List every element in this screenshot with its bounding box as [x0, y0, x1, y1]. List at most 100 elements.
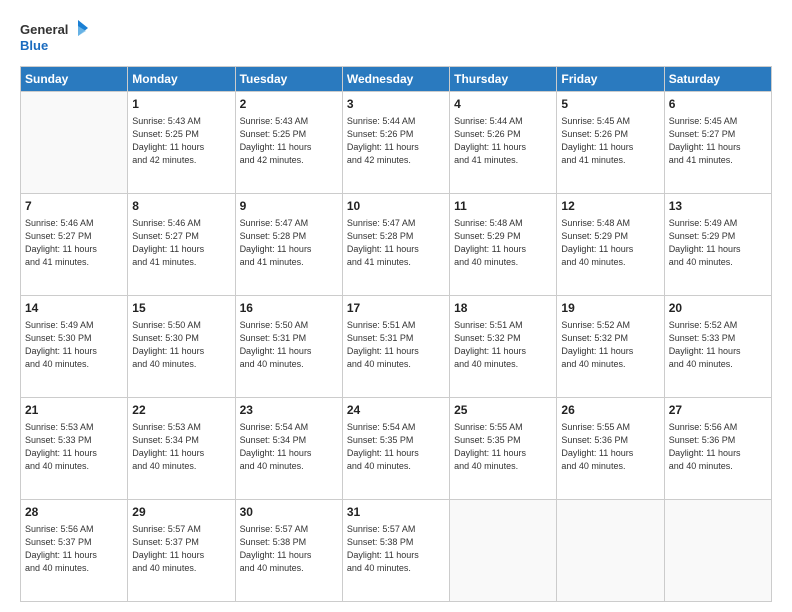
col-header-sunday: Sunday: [21, 67, 128, 92]
day-info: Sunrise: 5:46 AMSunset: 5:27 PMDaylight:…: [132, 217, 230, 269]
day-number: 5: [561, 96, 659, 113]
day-info: Sunrise: 5:43 AMSunset: 5:25 PMDaylight:…: [240, 115, 338, 167]
day-cell: 24Sunrise: 5:54 AMSunset: 5:35 PMDayligh…: [342, 398, 449, 500]
day-number: 7: [25, 198, 123, 215]
day-number: 28: [25, 504, 123, 521]
header-row: SundayMondayTuesdayWednesdayThursdayFrid…: [21, 67, 772, 92]
day-info: Sunrise: 5:55 AMSunset: 5:35 PMDaylight:…: [454, 421, 552, 473]
day-cell: [21, 92, 128, 194]
day-info: Sunrise: 5:45 AMSunset: 5:26 PMDaylight:…: [561, 115, 659, 167]
day-number: 21: [25, 402, 123, 419]
week-row-3: 14 Sunrise: 5:49 AMSunset: 5:30 PMDayligh…: [21, 296, 772, 398]
day-info: Sunrise: 5:48 AMSunset: 5:29 PMDaylight:…: [561, 217, 659, 269]
day-info: Sunrise: 5:57 AMSunset: 5:37 PMDaylight:…: [132, 523, 230, 575]
col-header-wednesday: Wednesday: [342, 67, 449, 92]
day-info: Sunrise: 5:56 AMSunset: 5:37 PMDaylight:…: [25, 523, 123, 575]
header: General Blue: [20, 18, 772, 58]
day-info: Sunrise: 5:47 AMSunset: 5:28 PMDaylight:…: [240, 217, 338, 269]
day-info: Sunrise: 5:47 AMSunset: 5:28 PMDaylight:…: [347, 217, 445, 269]
day-cell: 15 Sunrise: 5:50 AMSunset: 5:30 PMDayligh…: [128, 296, 235, 398]
day-number: 15: [132, 300, 230, 317]
week-row-5: 28 Sunrise: 5:56 AMSunset: 5:37 PMDayligh…: [21, 500, 772, 602]
week-row-1: 1 Sunrise: 5:43 AMSunset: 5:25 PMDaylight…: [21, 92, 772, 194]
day-cell: 12 Sunrise: 5:48 AMSunset: 5:29 PMDayligh…: [557, 194, 664, 296]
day-number: 2: [240, 96, 338, 113]
day-info: Sunrise: 5:57 AMSunset: 5:38 PMDaylight:…: [240, 523, 338, 575]
day-info: Sunrise: 5:57 AMSunset: 5:38 PMDaylight:…: [347, 523, 445, 575]
day-cell: 5 Sunrise: 5:45 AMSunset: 5:26 PMDaylight…: [557, 92, 664, 194]
day-number: 10: [347, 198, 445, 215]
day-number: 6: [669, 96, 767, 113]
day-info: Sunrise: 5:52 AMSunset: 5:33 PMDaylight:…: [669, 319, 767, 371]
day-info: Sunrise: 5:54 AMSunset: 5:34 PMDaylight:…: [240, 421, 338, 473]
day-number: 8: [132, 198, 230, 215]
day-info: Sunrise: 5:46 AMSunset: 5:27 PMDaylight:…: [25, 217, 123, 269]
day-info: Sunrise: 5:54 AMSunset: 5:35 PMDaylight:…: [347, 421, 445, 473]
day-cell: 29 Sunrise: 5:57 AMSunset: 5:37 PMDayligh…: [128, 500, 235, 602]
day-cell: [664, 500, 771, 602]
day-number: 20: [669, 300, 767, 317]
day-info: Sunrise: 5:51 AMSunset: 5:31 PMDaylight:…: [347, 319, 445, 371]
day-number: 23: [240, 402, 338, 419]
day-cell: 21 Sunrise: 5:53 AMSunset: 5:33 PMDayligh…: [21, 398, 128, 500]
day-number: 3: [347, 96, 445, 113]
day-number: 18: [454, 300, 552, 317]
day-number: 29: [132, 504, 230, 521]
day-cell: 25 Sunrise: 5:55 AMSunset: 5:35 PMDayligh…: [450, 398, 557, 500]
day-cell: 22 Sunrise: 5:53 AMSunset: 5:34 PMDayligh…: [128, 398, 235, 500]
day-cell: 30Sunrise: 5:57 AMSunset: 5:38 PMDayligh…: [235, 500, 342, 602]
day-number: 14: [25, 300, 123, 317]
day-number: 1: [132, 96, 230, 113]
day-cell: 26 Sunrise: 5:55 AMSunset: 5:36 PMDayligh…: [557, 398, 664, 500]
day-number: 9: [240, 198, 338, 215]
week-row-4: 21 Sunrise: 5:53 AMSunset: 5:33 PMDayligh…: [21, 398, 772, 500]
day-info: Sunrise: 5:52 AMSunset: 5:32 PMDaylight:…: [561, 319, 659, 371]
day-cell: 6 Sunrise: 5:45 AMSunset: 5:27 PMDaylight…: [664, 92, 771, 194]
day-cell: 16 Sunrise: 5:50 AMSunset: 5:31 PMDayligh…: [235, 296, 342, 398]
day-info: Sunrise: 5:49 AMSunset: 5:30 PMDaylight:…: [25, 319, 123, 371]
day-cell: 1 Sunrise: 5:43 AMSunset: 5:25 PMDaylight…: [128, 92, 235, 194]
day-cell: 14 Sunrise: 5:49 AMSunset: 5:30 PMDayligh…: [21, 296, 128, 398]
day-cell: 20 Sunrise: 5:52 AMSunset: 5:33 PMDayligh…: [664, 296, 771, 398]
day-cell: 18Sunrise: 5:51 AMSunset: 5:32 PMDayligh…: [450, 296, 557, 398]
day-cell: 7 Sunrise: 5:46 AMSunset: 5:27 PMDaylight…: [21, 194, 128, 296]
calendar-table: SundayMondayTuesdayWednesdayThursdayFrid…: [20, 66, 772, 602]
day-number: 12: [561, 198, 659, 215]
day-info: Sunrise: 5:53 AMSunset: 5:34 PMDaylight:…: [132, 421, 230, 473]
col-header-monday: Monday: [128, 67, 235, 92]
day-cell: 27 Sunrise: 5:56 AMSunset: 5:36 PMDayligh…: [664, 398, 771, 500]
day-cell: 23 Sunrise: 5:54 AMSunset: 5:34 PMDayligh…: [235, 398, 342, 500]
day-cell: 4Sunrise: 5:44 AMSunset: 5:26 PMDaylight…: [450, 92, 557, 194]
day-cell: [450, 500, 557, 602]
day-info: Sunrise: 5:45 AMSunset: 5:27 PMDaylight:…: [669, 115, 767, 167]
col-header-friday: Friday: [557, 67, 664, 92]
day-number: 13: [669, 198, 767, 215]
day-cell: 28 Sunrise: 5:56 AMSunset: 5:37 PMDayligh…: [21, 500, 128, 602]
day-number: 27: [669, 402, 767, 419]
day-number: 11: [454, 198, 552, 215]
day-info: Sunrise: 5:48 AMSunset: 5:29 PMDaylight:…: [454, 217, 552, 269]
svg-text:Blue: Blue: [20, 38, 48, 53]
col-header-thursday: Thursday: [450, 67, 557, 92]
day-cell: 31Sunrise: 5:57 AMSunset: 5:38 PMDayligh…: [342, 500, 449, 602]
day-cell: 13Sunrise: 5:49 AMSunset: 5:29 PMDayligh…: [664, 194, 771, 296]
logo-svg: General Blue: [20, 18, 90, 58]
day-info: Sunrise: 5:53 AMSunset: 5:33 PMDaylight:…: [25, 421, 123, 473]
col-header-saturday: Saturday: [664, 67, 771, 92]
day-number: 25: [454, 402, 552, 419]
day-info: Sunrise: 5:43 AMSunset: 5:25 PMDaylight:…: [132, 115, 230, 167]
day-cell: 10 Sunrise: 5:47 AMSunset: 5:28 PMDayligh…: [342, 194, 449, 296]
day-info: Sunrise: 5:50 AMSunset: 5:30 PMDaylight:…: [132, 319, 230, 371]
day-number: 16: [240, 300, 338, 317]
day-info: Sunrise: 5:55 AMSunset: 5:36 PMDaylight:…: [561, 421, 659, 473]
day-number: 22: [132, 402, 230, 419]
week-row-2: 7 Sunrise: 5:46 AMSunset: 5:27 PMDaylight…: [21, 194, 772, 296]
day-info: Sunrise: 5:44 AMSunset: 5:26 PMDaylight:…: [454, 115, 552, 167]
day-info: Sunrise: 5:50 AMSunset: 5:31 PMDaylight:…: [240, 319, 338, 371]
day-cell: [557, 500, 664, 602]
day-info: Sunrise: 5:56 AMSunset: 5:36 PMDaylight:…: [669, 421, 767, 473]
day-cell: 19Sunrise: 5:52 AMSunset: 5:32 PMDayligh…: [557, 296, 664, 398]
day-number: 26: [561, 402, 659, 419]
day-cell: 11 Sunrise: 5:48 AMSunset: 5:29 PMDayligh…: [450, 194, 557, 296]
day-info: Sunrise: 5:44 AMSunset: 5:26 PMDaylight:…: [347, 115, 445, 167]
